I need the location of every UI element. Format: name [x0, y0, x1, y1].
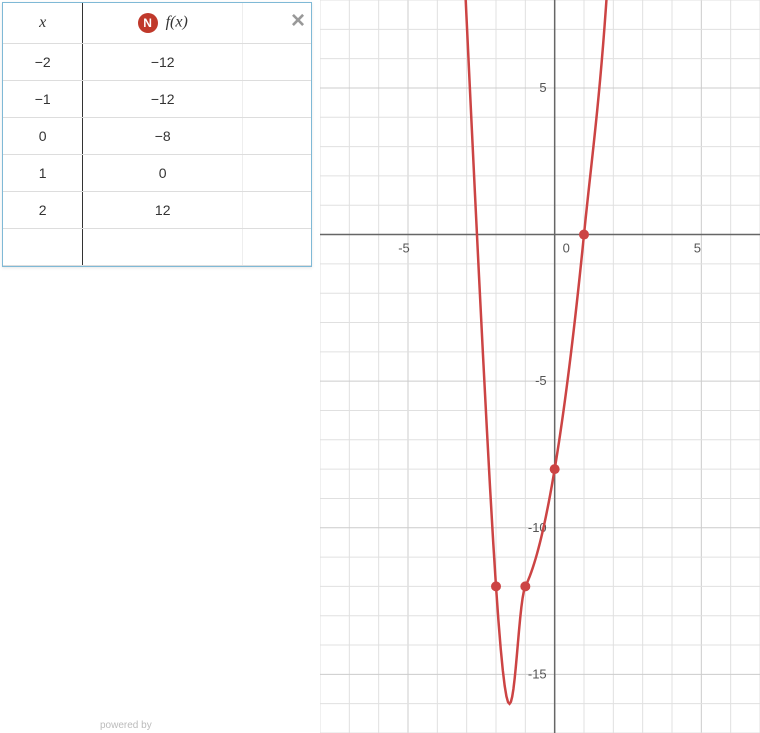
cell-x[interactable]: 0: [3, 118, 83, 155]
table-row[interactable]: −1−12: [3, 81, 311, 118]
svg-text:-5: -5: [398, 241, 410, 256]
cell-extra[interactable]: [243, 44, 311, 81]
cell-x[interactable]: 1: [3, 155, 83, 192]
header-fx-label: f(x): [166, 14, 188, 31]
cell-extra[interactable]: [243, 81, 311, 118]
table-row[interactable]: 0−8: [3, 118, 311, 155]
cell-extra[interactable]: [243, 118, 311, 155]
svg-text:5: 5: [539, 80, 546, 95]
cell-fx[interactable]: −12: [83, 81, 243, 118]
table-row[interactable]: 10: [3, 155, 311, 192]
header-x: x: [3, 3, 83, 44]
cell-fx[interactable]: 0: [83, 155, 243, 192]
svg-text:5: 5: [694, 241, 701, 256]
powered-by-label: powered by: [100, 720, 152, 731]
graph-area[interactable]: -5055-5-10-15: [320, 0, 760, 733]
table-row[interactable]: −2−12: [3, 44, 311, 81]
function-graph: -5055-5-10-15: [320, 0, 760, 733]
cell-x[interactable]: 2: [3, 192, 83, 229]
cell-extra[interactable]: [243, 192, 311, 229]
cell-fx[interactable]: [83, 229, 243, 266]
table-row[interactable]: 212: [3, 192, 311, 229]
svg-text:-15: -15: [528, 666, 547, 681]
function-table: x N f(x) −2−12−1−120−810212: [3, 3, 311, 266]
header-fx: N f(x): [83, 3, 243, 44]
function-table-panel: × x N f(x) −2−12−1−120−810212: [2, 2, 312, 267]
close-icon[interactable]: ×: [291, 9, 305, 33]
cell-fx[interactable]: −8: [83, 118, 243, 155]
cell-fx[interactable]: 12: [83, 192, 243, 229]
cell-fx[interactable]: −12: [83, 44, 243, 81]
cell-x[interactable]: [3, 229, 83, 266]
svg-text:-5: -5: [535, 373, 547, 388]
brand-icon: N: [138, 13, 158, 33]
cell-x[interactable]: −1: [3, 81, 83, 118]
cell-extra[interactable]: [243, 155, 311, 192]
table-row[interactable]: [3, 229, 311, 266]
cell-extra[interactable]: [243, 229, 311, 266]
cell-x[interactable]: −2: [3, 44, 83, 81]
svg-text:0: 0: [563, 241, 570, 256]
